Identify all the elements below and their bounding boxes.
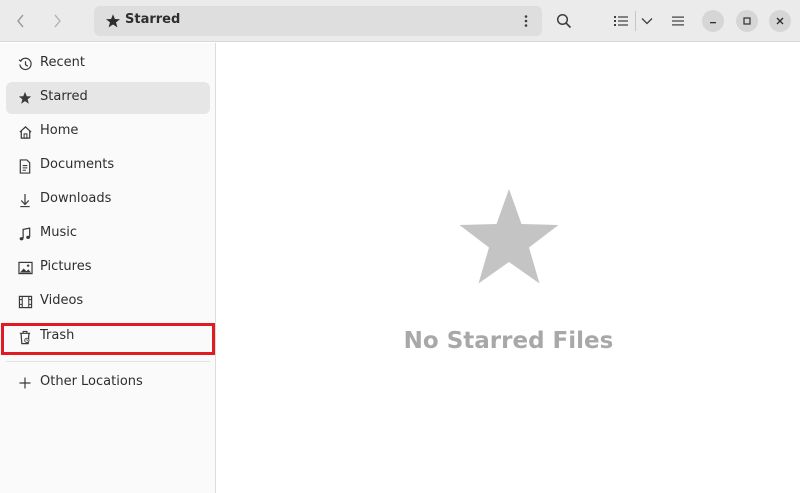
close-icon [776,17,784,25]
sidebar-item-starred[interactable]: Starred [6,82,210,114]
view-toggle-button[interactable] [610,7,632,35]
sidebar-item-label: Music [40,225,77,240]
chevron-down-icon [641,18,653,25]
location-menu-button[interactable] [516,11,536,31]
download-icon [17,192,33,208]
sidebar-item-recent[interactable]: Recent [6,48,210,80]
sidebar-item-label: Recent [40,55,85,70]
location-bar[interactable]: Starred [94,6,542,36]
chevron-left-icon [17,14,24,28]
hamburger-menu-icon [672,16,684,26]
sidebar-item-other-locations[interactable]: Other Locations [6,367,210,399]
minimize-button[interactable] [702,10,724,32]
maximize-icon [743,17,751,25]
kebab-menu-icon [524,15,528,27]
plus-icon [17,375,33,391]
sidebar-item-home[interactable]: Home [6,116,210,148]
sidebar-item-label: Downloads [40,191,112,206]
sidebar-separator [6,361,210,362]
list-view-icon [614,16,628,26]
sidebar-item-videos[interactable]: Videos [6,286,210,318]
close-button[interactable] [769,10,791,32]
home-icon [17,124,33,140]
music-icon [17,226,33,242]
maximize-button[interactable] [736,10,758,32]
chevron-right-icon [54,14,61,28]
trash-icon [17,329,33,345]
file-manager-window: Starred Recent Starred Home Documents Do… [0,0,800,493]
star-icon [459,189,559,284]
star-icon [106,14,120,28]
toolbar-divider [635,11,636,31]
star-icon [17,90,33,106]
document-icon [17,158,33,174]
sidebar-item-label: Home [40,123,79,138]
empty-state-title: No Starred Files [403,328,614,354]
sidebar-item-pictures[interactable]: Pictures [6,252,210,284]
main-content: No Starred Files [217,43,800,493]
main-menu-button[interactable] [666,7,690,35]
sidebar-item-label: Starred [40,89,88,104]
sidebar-item-label: Pictures [40,259,92,274]
sidebar-item-label: Other Locations [40,374,143,389]
sidebar-item-documents[interactable]: Documents [6,150,210,182]
clock-icon [17,56,33,72]
search-icon [556,13,572,29]
minimize-icon [710,22,716,24]
sidebar-item-music[interactable]: Music [6,218,210,250]
forward-button[interactable] [44,7,70,35]
search-button[interactable] [550,7,578,35]
view-options-button[interactable] [638,7,656,35]
back-button[interactable] [8,7,34,35]
picture-icon [17,260,33,276]
header-bar: Starred [0,0,800,42]
video-icon [17,294,33,310]
sidebar-item-label: Videos [40,293,84,308]
location-label: Starred [125,12,181,27]
sidebar-item-downloads[interactable]: Downloads [6,184,210,216]
sidebar: Recent Starred Home Documents Downloads [0,43,216,493]
sidebar-item-label: Trash [40,328,75,343]
sidebar-item-trash[interactable]: Trash [6,321,210,353]
sidebar-item-label: Documents [40,157,115,172]
